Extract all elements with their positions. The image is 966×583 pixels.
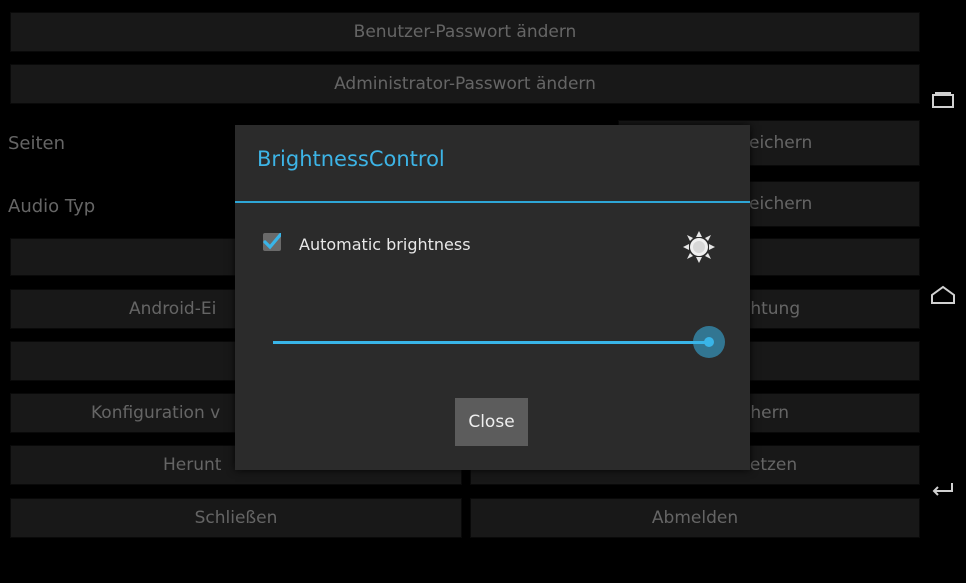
recent-apps-icon[interactable]: [930, 88, 956, 114]
brightness-dialog: BrightnessControl Automatic brightness C…: [235, 125, 750, 470]
automatic-brightness-label[interactable]: Automatic brightness: [299, 235, 471, 254]
slider-track: [273, 341, 709, 344]
home-icon[interactable]: [930, 282, 956, 308]
brightness-sun-icon: [683, 231, 715, 263]
title-divider: [235, 201, 750, 203]
automatic-brightness-checkbox[interactable]: [263, 232, 283, 251]
dialog-title: BrightnessControl: [257, 147, 445, 171]
back-icon[interactable]: [930, 474, 956, 500]
navigation-bar: [920, 0, 966, 583]
close-button[interactable]: Close: [455, 398, 528, 446]
checkmark-icon: [263, 232, 283, 250]
slider-thumb[interactable]: [704, 337, 714, 347]
